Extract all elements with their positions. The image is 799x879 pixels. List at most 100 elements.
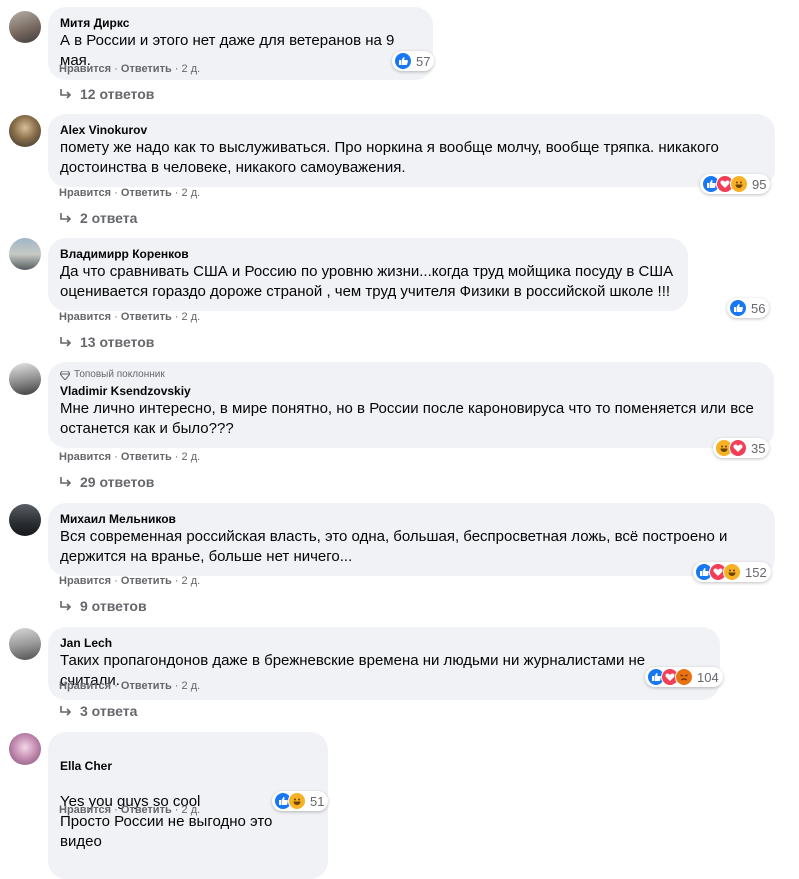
reply-link[interactable]: Ответить <box>121 187 172 199</box>
separator: · <box>174 187 179 199</box>
like-link[interactable]: Нравится <box>59 804 111 816</box>
separator: · <box>114 680 118 692</box>
diamond-icon <box>60 370 70 380</box>
like-link[interactable]: Нравится <box>59 680 111 692</box>
separator: · <box>114 451 118 463</box>
like-link[interactable]: Нравится <box>59 575 111 587</box>
comment-time[interactable]: 2 д. <box>182 804 201 816</box>
separator: · <box>114 575 118 587</box>
like-link[interactable]: Нравится <box>59 311 111 323</box>
view-replies-link[interactable]: 29 ответов <box>59 474 154 490</box>
replies-count: 2 ответа <box>80 210 138 226</box>
separator: · <box>174 804 179 816</box>
separator: · <box>174 311 179 323</box>
comment-author[interactable]: Михаил Мельников <box>60 511 763 527</box>
reaction-count: 35 <box>751 440 766 456</box>
reaction-summary[interactable]: 152 <box>693 562 771 582</box>
comment-author[interactable]: Ella Cher <box>60 758 316 774</box>
reply-link[interactable]: Ответить <box>121 63 172 75</box>
view-replies-link[interactable]: 9 ответов <box>59 598 147 614</box>
replies-count: 3 ответа <box>80 703 138 719</box>
separator: · <box>174 575 179 587</box>
reply-arrow-icon <box>60 212 72 223</box>
reply-link[interactable]: Ответить <box>121 575 172 587</box>
comment-time[interactable]: 2 д. <box>182 680 201 692</box>
like-link[interactable]: Нравится <box>59 187 111 199</box>
avatar[interactable] <box>9 733 41 765</box>
comment-bubble: Михаил Мельников Вся современная российс… <box>48 503 775 576</box>
comment-author[interactable]: Митя Диркс <box>60 15 421 31</box>
comment-text: Мне лично интересно, в мире понятно, но … <box>60 400 754 437</box>
reply-link[interactable]: Ответить <box>121 680 172 692</box>
comment-author[interactable]: Владимирр Коренков <box>60 246 676 262</box>
reaction-summary[interactable]: 95 <box>700 174 771 194</box>
reaction-count: 51 <box>310 793 325 809</box>
comment-actions: Нравится · Ответить · 2 д. <box>59 450 200 464</box>
comment-time[interactable]: 2 д. <box>182 63 201 75</box>
avatar[interactable] <box>9 504 41 536</box>
reaction-count: 57 <box>416 53 431 69</box>
reaction-count: 56 <box>751 300 766 316</box>
comment-actions: Нравится · Ответить · 2 д. <box>59 574 200 588</box>
view-replies-link[interactable]: 13 ответов <box>59 334 154 350</box>
comment-actions: Нравится · Ответить · 2 д. <box>59 310 200 324</box>
haha-reaction-icon <box>730 175 748 193</box>
badge-label: Топовый поклонник <box>74 369 165 380</box>
avatar[interactable] <box>9 115 41 147</box>
love-reaction-icon <box>729 439 747 457</box>
avatar[interactable] <box>9 628 41 660</box>
comment-bubble: Владимирр Коренков Да что сравнивать США… <box>48 238 688 311</box>
comment-actions: Нравится · Ответить · 2 д. <box>59 679 200 693</box>
separator: · <box>114 63 118 75</box>
reply-arrow-icon <box>60 705 72 716</box>
replies-count: 9 ответов <box>80 598 147 614</box>
avatar[interactable] <box>9 11 41 43</box>
comment-author[interactable]: Vladimir Ksendzovskiy <box>60 383 762 399</box>
avatar[interactable] <box>9 363 41 395</box>
separator: · <box>174 451 179 463</box>
reply-link[interactable]: Ответить <box>121 451 172 463</box>
separator: · <box>114 187 118 199</box>
reply-arrow-icon <box>60 336 72 347</box>
reaction-count: 104 <box>697 669 719 685</box>
replies-count: 12 ответов <box>80 86 155 102</box>
like-link[interactable]: Нравится <box>59 63 111 75</box>
comment-time[interactable]: 2 д. <box>182 575 201 587</box>
reaction-summary[interactable]: 57 <box>392 51 435 71</box>
separator: · <box>174 680 179 692</box>
view-replies-link[interactable]: 12 ответов <box>59 86 154 102</box>
top-fan-badge[interactable]: Топовый поклонник <box>60 368 762 382</box>
like-link[interactable]: Нравится <box>59 451 111 463</box>
reply-arrow-icon <box>60 88 72 99</box>
separator: · <box>114 311 118 323</box>
separator: · <box>174 63 179 75</box>
comment-text: Вся современная российская власть, это о… <box>60 528 728 565</box>
reaction-summary[interactable]: 35 <box>713 438 770 458</box>
reaction-summary[interactable]: 51 <box>272 791 329 811</box>
comment-time[interactable]: 2 д. <box>182 187 201 199</box>
reply-arrow-icon <box>60 600 72 611</box>
like-reaction-icon <box>394 52 412 70</box>
haha-reaction-icon <box>288 792 306 810</box>
reaction-summary[interactable]: 56 <box>727 298 770 318</box>
reply-link[interactable]: Ответить <box>121 311 172 323</box>
comment-time[interactable]: 2 д. <box>182 311 201 323</box>
comment-author[interactable]: Alex Vinokurov <box>60 122 763 138</box>
comment-actions: Нравится · Ответить · 2 д. <box>59 186 200 200</box>
comment-author[interactable]: Jan Lech <box>60 635 708 651</box>
view-replies-link[interactable]: 2 ответа <box>59 210 137 226</box>
replies-count: 29 ответов <box>80 474 155 490</box>
haha-reaction-icon <box>723 563 741 581</box>
reply-link[interactable]: Ответить <box>121 804 172 816</box>
comment-text: помету же надо как то выслуживаться. Про… <box>60 139 719 176</box>
reaction-summary[interactable]: 104 <box>645 667 723 687</box>
comment-actions: Нравится · Ответить · 2 д. <box>59 62 200 76</box>
reaction-count: 152 <box>745 564 767 580</box>
avatar[interactable] <box>9 238 41 270</box>
comment-time[interactable]: 2 д. <box>182 451 201 463</box>
comment-bubble: Топовый поклонник Vladimir Ksendzovskiy … <box>48 362 774 448</box>
like-reaction-icon <box>729 299 747 317</box>
comment-text: Да что сравнивать США и Россию по уровню… <box>60 263 674 300</box>
view-replies-link[interactable]: 3 ответа <box>59 703 137 719</box>
comment-bubble: Alex Vinokurov помету же надо как то выс… <box>48 114 775 187</box>
